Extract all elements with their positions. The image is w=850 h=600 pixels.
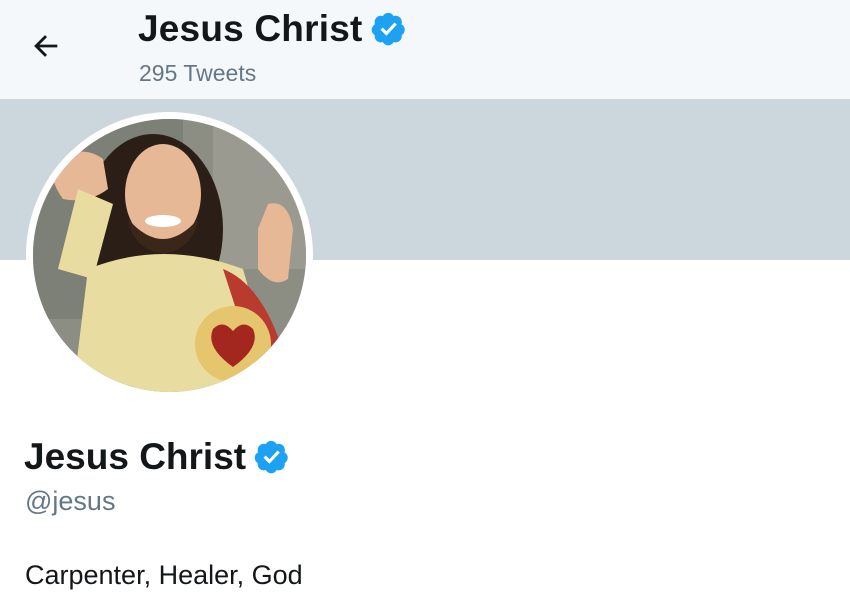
verified-badge-icon [371,12,405,46]
tweet-count: 295 Tweets [139,60,257,86]
verified-badge-icon [254,440,288,474]
header-name: Jesus Christ [138,8,363,49]
header-title: Jesus Christ [138,8,407,50]
profile-name: Jesus Christ [24,436,290,478]
back-button[interactable] [24,24,68,68]
profile-bio: Carpenter, Healer, God [25,560,303,590]
avatar-image [33,119,306,392]
profile-handle: @jesus [25,486,116,516]
profile-header-bar: Jesus Christ 295 Tweets [0,0,850,99]
profile-name-text: Jesus Christ [24,436,247,477]
avatar[interactable] [33,119,306,392]
arrow-left-icon [34,35,58,57]
